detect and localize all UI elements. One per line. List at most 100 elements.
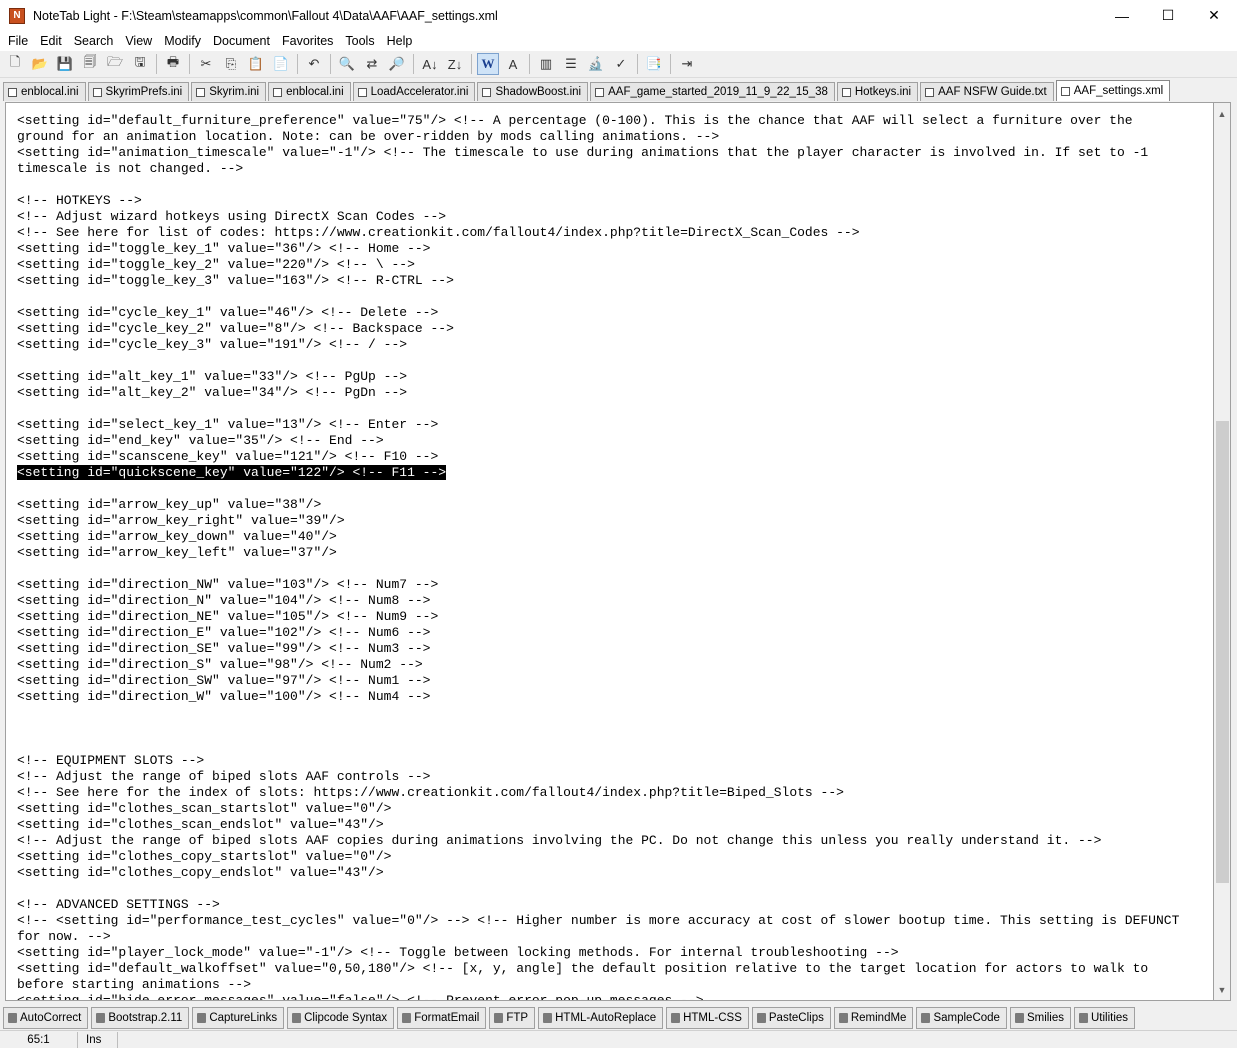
- notetab-app-icon[interactable]: N: [9, 7, 25, 24]
- code-line[interactable]: <setting id="direction_E" value="102"/> …: [17, 625, 1179, 641]
- clipbook-tab[interactable]: HTML-AutoReplace: [538, 1007, 664, 1029]
- document-tab[interactable]: LoadAccelerator.ini: [352, 82, 476, 101]
- new-icon[interactable]: 🗋: [4, 53, 26, 75]
- code-line[interactable]: <setting id="direction_NE" value="105"/>…: [17, 609, 1179, 625]
- clipbook-tab[interactable]: Clipcode Syntax: [287, 1007, 395, 1029]
- find-in-files-icon[interactable]: 🔎: [386, 53, 408, 75]
- code-line[interactable]: <setting id="clothes_scan_endslot" value…: [17, 817, 1179, 833]
- code-line[interactable]: <!-- <setting id="performance_test_cycle…: [17, 913, 1179, 929]
- close-button[interactable]: ✕: [1191, 0, 1237, 31]
- code-line[interactable]: <setting id="toggle_key_3" value="163"/>…: [17, 273, 1179, 289]
- code-line[interactable]: <setting id="clothes_copy_startslot" val…: [17, 849, 1179, 865]
- minimize-button[interactable]: —: [1099, 0, 1145, 31]
- menu-file[interactable]: File: [2, 31, 34, 51]
- code-line[interactable]: before starting animations -->: [17, 977, 1179, 993]
- code-line[interactable]: <setting id="direction_SW" value="97"/> …: [17, 673, 1179, 689]
- code-line[interactable]: <setting id="toggle_key_1" value="36"/> …: [17, 241, 1179, 257]
- code-line[interactable]: <setting id="direction_SE" value="99"/> …: [17, 641, 1179, 657]
- exit-icon[interactable]: ⇥: [676, 53, 698, 75]
- statistics-icon[interactable]: ▥: [535, 53, 557, 75]
- document-tab[interactable]: SkyrimPrefs.ini: [87, 82, 190, 101]
- menu-favorites[interactable]: Favorites: [276, 31, 339, 51]
- code-line[interactable]: <setting id="hide_error_messages" value=…: [17, 993, 1179, 1000]
- font-icon[interactable]: A: [502, 53, 524, 75]
- code-line[interactable]: <setting id="alt_key_1" value="33"/> <!-…: [17, 369, 1179, 385]
- code-line[interactable]: <setting id="direction_W" value="100"/> …: [17, 689, 1179, 705]
- sort-ascending-icon[interactable]: A↓: [419, 53, 441, 75]
- clipbook-tab[interactable]: SampleCode: [916, 1007, 1007, 1029]
- code-line[interactable]: <setting id="arrow_key_up" value="38"/>: [17, 497, 1179, 513]
- spell-check-icon[interactable]: ✓: [610, 53, 632, 75]
- code-line[interactable]: [17, 881, 1179, 897]
- word-wrap-icon[interactable]: W: [477, 53, 499, 75]
- code-line[interactable]: [17, 401, 1179, 417]
- code-line[interactable]: <!-- Adjust the range of biped slots AAF…: [17, 833, 1179, 849]
- code-line[interactable]: <setting id="arrow_key_left" value="37"/…: [17, 545, 1179, 561]
- code-line[interactable]: [17, 289, 1179, 305]
- sort-descending-icon[interactable]: Z↓: [444, 53, 466, 75]
- clipbook-tab[interactable]: CaptureLinks: [192, 1007, 285, 1029]
- selected-code-line[interactable]: <setting id="quickscene_key" value="122"…: [17, 465, 1179, 481]
- clipbook-tab[interactable]: HTML-CSS: [666, 1007, 749, 1029]
- code-line[interactable]: <setting id="default_furniture_preferenc…: [17, 113, 1179, 129]
- code-line[interactable]: <setting id="cycle_key_1" value="46"/> <…: [17, 305, 1179, 321]
- paste-special-icon[interactable]: 📄: [270, 53, 292, 75]
- code-line[interactable]: <setting id="clothes_copy_endslot" value…: [17, 865, 1179, 881]
- code-line[interactable]: <setting id="cycle_key_2" value="8"/> <!…: [17, 321, 1179, 337]
- code-line[interactable]: <setting id="default_walkoffset" value="…: [17, 961, 1179, 977]
- code-line[interactable]: [17, 481, 1179, 497]
- menu-edit[interactable]: Edit: [34, 31, 68, 51]
- clipbook-tab[interactable]: Smilies: [1009, 1007, 1071, 1029]
- menu-tools[interactable]: Tools: [339, 31, 380, 51]
- document-tab[interactable]: enblocal.ini: [268, 82, 351, 101]
- document-tab[interactable]: AAF_game_started_2019_11_9_22_15_38: [590, 82, 835, 101]
- code-line[interactable]: <setting id="cycle_key_3" value="191"/> …: [17, 337, 1179, 353]
- open-icon[interactable]: 📂: [29, 53, 51, 75]
- code-line[interactable]: <!-- Adjust the range of biped slots AAF…: [17, 769, 1179, 785]
- document-tab[interactable]: ShadowBoost.ini: [477, 82, 589, 101]
- code-line[interactable]: <setting id="clothes_scan_startslot" val…: [17, 801, 1179, 817]
- code-line[interactable]: <!-- Adjust wizard hotkeys using DirectX…: [17, 209, 1179, 225]
- open-folder-icon[interactable]: 🗁: [104, 53, 126, 75]
- code-line[interactable]: <setting id="scanscene_key" value="121"/…: [17, 449, 1179, 465]
- code-line[interactable]: <setting id="end_key" value="35"/> <!-- …: [17, 433, 1179, 449]
- replace-icon[interactable]: ⇄: [361, 53, 383, 75]
- menu-view[interactable]: View: [119, 31, 158, 51]
- save-as-icon[interactable]: 🖫: [129, 53, 151, 75]
- document-tab[interactable]: AAF_settings.xml: [1055, 80, 1171, 101]
- code-line[interactable]: <!-- HOTKEYS -->: [17, 193, 1179, 209]
- clipbook-tab[interactable]: AutoCorrect: [3, 1007, 89, 1029]
- clipbook-tab[interactable]: FTP: [489, 1007, 536, 1029]
- code-line[interactable]: <setting id="select_key_1" value="13"/> …: [17, 417, 1179, 433]
- code-line[interactable]: <!-- ADVANCED SETTINGS -->: [17, 897, 1179, 913]
- clipbook-tab[interactable]: Utilities: [1074, 1007, 1136, 1029]
- scroll-up-icon[interactable]: ▲: [1214, 105, 1230, 122]
- code-line[interactable]: [17, 561, 1179, 577]
- undo-icon[interactable]: ↶: [303, 53, 325, 75]
- code-line[interactable]: [17, 177, 1179, 193]
- code-line[interactable]: [17, 721, 1179, 737]
- copy-icon[interactable]: ⎘: [220, 53, 242, 75]
- editor-content[interactable]: <setting id="default_furniture_preferenc…: [17, 113, 1179, 1000]
- save-all-icon[interactable]: 🗐: [79, 53, 101, 75]
- code-line[interactable]: <setting id="direction_S" value="98"/> <…: [17, 657, 1179, 673]
- clipbook-tab[interactable]: Bootstrap.2.11: [91, 1007, 190, 1029]
- find-icon[interactable]: 🔍: [336, 53, 358, 75]
- document-tab[interactable]: AAF NSFW Guide.txt: [920, 82, 1054, 101]
- code-line[interactable]: <setting id="arrow_key_down" value="40"/…: [17, 529, 1179, 545]
- code-line[interactable]: <!-- See here for the index of slots: ht…: [17, 785, 1179, 801]
- scrollbar-thumb[interactable]: [1216, 421, 1229, 883]
- code-line[interactable]: [17, 705, 1179, 721]
- menu-modify[interactable]: Modify: [158, 31, 207, 51]
- clipbook-tab[interactable]: FormatEmail: [397, 1007, 487, 1029]
- menu-document[interactable]: Document: [207, 31, 276, 51]
- document-tab[interactable]: Hotkeys.ini: [836, 82, 919, 101]
- code-line[interactable]: <setting id="toggle_key_2" value="220"/>…: [17, 257, 1179, 273]
- maximize-button[interactable]: ☐: [1145, 0, 1191, 31]
- code-line[interactable]: for now. -->: [17, 929, 1179, 945]
- menu-help[interactable]: Help: [381, 31, 419, 51]
- code-line[interactable]: <!-- See here for list of codes: https:/…: [17, 225, 1179, 241]
- code-line[interactable]: <!-- EQUIPMENT SLOTS -->: [17, 753, 1179, 769]
- code-line[interactable]: timescale is not changed. -->: [17, 161, 1179, 177]
- scroll-down-icon[interactable]: ▼: [1214, 981, 1230, 998]
